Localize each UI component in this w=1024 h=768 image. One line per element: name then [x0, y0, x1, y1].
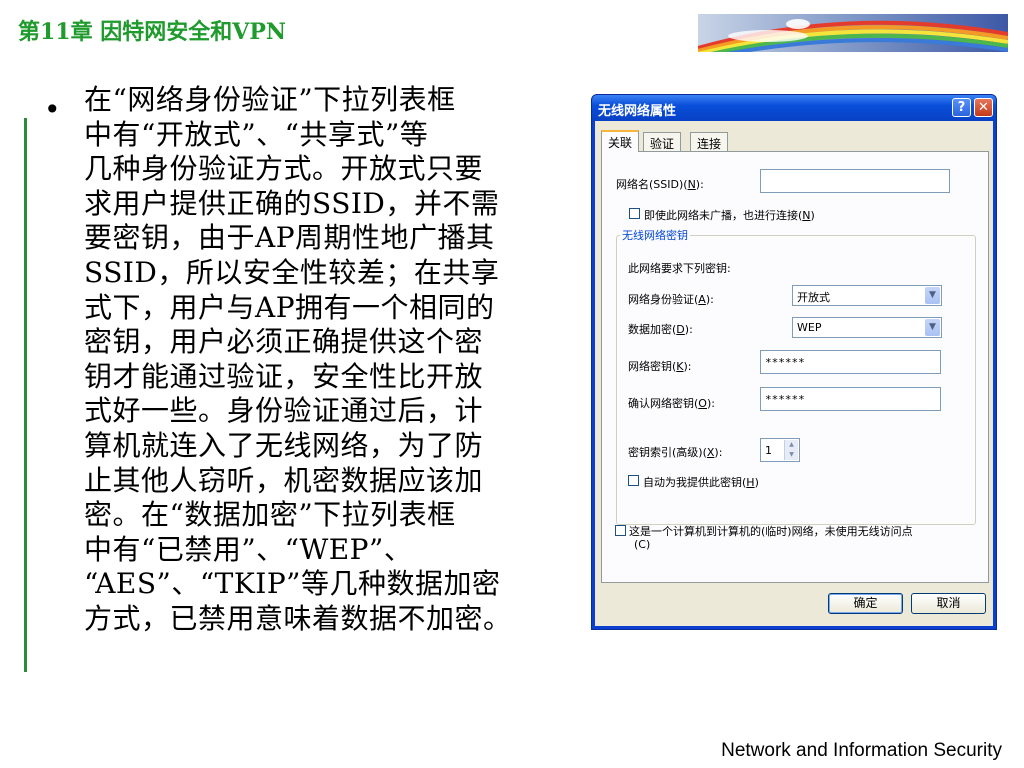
cancel-button[interactable]: 取消 — [911, 593, 986, 614]
encryption-select[interactable]: WEP ▼ — [792, 317, 942, 338]
ok-button[interactable]: 确定 — [828, 593, 903, 614]
ssid-label: 网络名(SSID)(N): — [616, 178, 704, 191]
tab-association[interactable]: 关联 — [601, 130, 640, 152]
encryption-label: 数据加密(D): — [628, 323, 693, 336]
auth-label: 网络身份验证(A): — [628, 293, 714, 306]
auth-select[interactable]: 开放式 ▼ — [792, 285, 942, 306]
body-line: 式好一些。身份验证通过后，计 — [84, 394, 484, 428]
encryption-select-value: WEP — [797, 321, 822, 334]
body-line: SSID，所以安全性较差；在共享 — [84, 255, 500, 289]
chevron-down-icon[interactable]: ▼ — [925, 319, 940, 336]
body-line: 中有“已禁用”、“WEP”、 — [84, 532, 413, 566]
bullet-marker: • — [44, 93, 61, 126]
body-line: 算机就连入了无线网络，为了防 — [84, 428, 484, 462]
chevron-down-icon[interactable]: ▼ — [925, 287, 940, 304]
auth-select-value: 开放式 — [797, 291, 830, 304]
ssid-input[interactable] — [760, 169, 950, 193]
close-button[interactable]: ✕ — [974, 98, 993, 117]
chapter-title: 第11章 因特网安全和VPN — [18, 19, 286, 45]
side-accent-bar — [24, 118, 27, 672]
tab-connection[interactable]: 连接 — [690, 132, 729, 151]
dialog-titlebar[interactable]: 无线网络属性 ? ✕ — [592, 95, 996, 121]
body-line: 中有“开放式”、“共享式”等 — [84, 117, 429, 151]
confirm-key-label: 确认网络密钥(O): — [628, 397, 715, 410]
body-line: 几种身份验证方式。开放式只要 — [84, 152, 484, 186]
body-line: 止其他人窃听，机密数据应该加 — [84, 463, 484, 497]
broadcast-label: 即使此网络未广播，也进行连接(N) — [644, 209, 815, 222]
key-index-spinner[interactable]: 1 ▲ ▼ — [760, 438, 800, 462]
adhoc-label-line1: 这是一个计算机到计算机的(临时)网络，未使用无线访问点 — [629, 525, 913, 538]
dialog-title: 无线网络属性 — [598, 104, 677, 119]
wireless-properties-dialog: 无线网络属性 ? ✕ 关联 验证 连接 网络名(SSID)(N): 即使此网络未… — [591, 94, 997, 630]
body-line: 求用户提供正确的SSID，并不需 — [84, 186, 500, 220]
key-index-value: 1 — [765, 444, 772, 457]
network-key-input[interactable]: ****** — [760, 350, 941, 374]
body-line: 密。在“数据加密”下拉列表框 — [84, 498, 456, 532]
body-line: 式下，用户与AP拥有一个相同的 — [84, 290, 495, 324]
footer-text: Network and Information Security — [721, 740, 1002, 761]
confirm-key-input[interactable]: ****** — [760, 387, 941, 411]
broadcast-checkbox[interactable] — [629, 208, 640, 219]
adhoc-label-line2: (C) — [634, 538, 651, 551]
body-paragraph: 在“网络身份验证”下拉列表框 中有“开放式”、“共享式”等 几种身份验证方式。开… — [84, 83, 574, 637]
rainbow-banner-image — [698, 14, 1008, 52]
tab-panel: 网络名(SSID)(N): 即使此网络未广播，也进行连接(N) 无线网络密钥 此… — [601, 151, 989, 583]
key-index-label: 密钥索引(高级)(X): — [628, 446, 723, 459]
network-key-label: 网络密钥(K): — [628, 360, 692, 373]
adhoc-checkbox[interactable] — [615, 525, 626, 536]
auto-key-label: 自动为我提供此密钥(H) — [643, 476, 759, 489]
body-line: “AES”、“TKIP”等几种数据加密 — [84, 567, 501, 601]
body-line: 密钥，用户必须正确提供这个密 — [84, 325, 484, 359]
requires-key-text: 此网络要求下列密钥: — [628, 262, 731, 275]
body-line: 在“网络身份验证”下拉列表框 — [84, 83, 456, 116]
help-button[interactable]: ? — [952, 98, 971, 117]
dialog-client-area: 关联 验证 连接 网络名(SSID)(N): 即使此网络未广播，也进行连接(N)… — [595, 121, 993, 626]
spinner-arrows-icon[interactable]: ▲ ▼ — [784, 440, 798, 460]
auto-key-checkbox[interactable] — [628, 475, 639, 486]
body-line: 要密钥，由于AP周期性地广播其 — [84, 221, 495, 255]
body-line: 钥才能通过验证，安全性比开放 — [84, 359, 484, 393]
body-line: 方式，已禁用意味着数据不加密。 — [84, 601, 512, 635]
network-key-group-title: 无线网络密钥 — [620, 227, 690, 243]
tab-authentication[interactable]: 验证 — [643, 132, 682, 151]
